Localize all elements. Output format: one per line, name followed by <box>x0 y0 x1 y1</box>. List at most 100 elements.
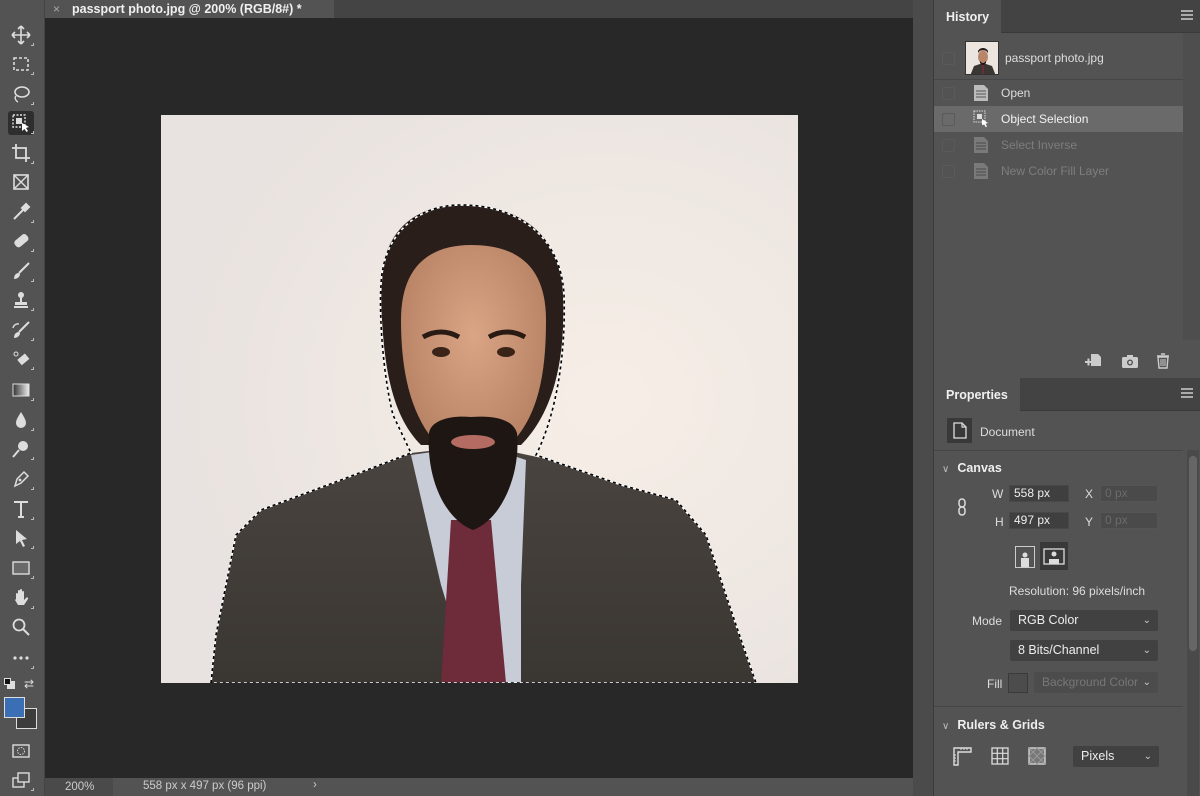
tools-panel: ⇄ <box>0 0 45 796</box>
portrait-photo <box>161 115 798 683</box>
canvas-section-title: Canvas <box>957 461 1002 475</box>
crop-tool[interactable] <box>8 141 34 165</box>
link-dimensions-icon[interactable] <box>956 497 968 517</box>
fill-dropdown[interactable]: Background Color ⌄ <box>1034 672 1158 693</box>
resolution-text: Resolution: 96 pixels/inch <box>1009 584 1146 598</box>
marquee-icon <box>13 57 29 71</box>
history-source-checkbox[interactable] <box>942 86 955 100</box>
color-mode-dropdown[interactable]: RGB Color ⌄ <box>1010 610 1158 631</box>
foreground-color-swatch[interactable] <box>4 697 25 718</box>
default-colors-icon[interactable] <box>4 678 16 690</box>
y-label: Y <box>1085 515 1094 529</box>
brush-tool[interactable] <box>8 259 34 283</box>
rulers-grids-title: Rulers & Grids <box>957 718 1045 732</box>
frame-tool[interactable] <box>8 170 34 194</box>
history-scrollbar[interactable] <box>1183 33 1200 340</box>
canvas-section-header[interactable]: ∨ Canvas <box>942 461 1002 475</box>
canvas-y-input[interactable]: 0 px <box>1100 512 1158 529</box>
eyedropper-tool[interactable] <box>8 200 34 224</box>
lasso-tool[interactable] <box>8 82 34 106</box>
history-source-checkbox[interactable] <box>942 138 955 152</box>
spot-healing-brush-tool[interactable] <box>8 229 34 253</box>
history-state-icon <box>974 163 988 179</box>
document-tab[interactable]: × passport photo.jpg @ 200% (RGB/8#) * <box>45 0 334 18</box>
color-mode-value: RGB Color <box>1018 613 1079 627</box>
eraser-tool[interactable] <box>8 347 34 371</box>
document-type-icon <box>947 418 972 443</box>
landscape-icon <box>1043 547 1065 565</box>
clone-stamp-tool[interactable] <box>8 288 34 312</box>
dodge-tool[interactable] <box>8 437 34 461</box>
history-item[interactable]: Select Inverse <box>934 132 1183 158</box>
chevron-down-icon: ⌄ <box>1142 677 1151 688</box>
tab-properties[interactable]: Properties <box>934 378 1020 411</box>
canvas-area[interactable] <box>45 18 913 778</box>
pen-tool[interactable] <box>8 467 34 491</box>
new-document-from-state-icon[interactable] <box>1084 353 1102 369</box>
move-icon <box>11 25 31 45</box>
history-source-checkbox[interactable] <box>942 112 955 126</box>
pixel-grid-icon[interactable] <box>1027 746 1047 766</box>
quick-mask-button[interactable] <box>8 739 34 763</box>
portrait-orientation-button[interactable] <box>1015 546 1035 568</box>
edit-toolbar[interactable] <box>8 646 34 670</box>
ruler-icon[interactable] <box>952 746 972 766</box>
swap-colors-icon[interactable]: ⇄ <box>24 677 34 691</box>
canvas-x-input[interactable]: 0 px <box>1100 485 1158 502</box>
type-tool[interactable] <box>8 497 34 521</box>
scrollbar-thumb[interactable] <box>1189 456 1197 651</box>
document-canvas[interactable] <box>161 115 798 683</box>
object-selection-tool[interactable] <box>8 111 34 135</box>
history-brush-icon <box>12 321 30 338</box>
path-selection-tool[interactable] <box>8 526 34 550</box>
status-menu-arrow[interactable]: › <box>313 779 317 791</box>
history-item[interactable]: New Color Fill Layer <box>934 158 1183 184</box>
rectangular-marquee-tool[interactable] <box>8 52 34 76</box>
ruler-units-dropdown[interactable]: Pixels ⌄ <box>1073 746 1159 767</box>
snapshot-label: passport photo.jpg <box>1005 51 1104 65</box>
crop-icon <box>12 144 30 162</box>
bit-depth-dropdown[interactable]: 8 Bits/Channel ⌄ <box>1010 640 1158 661</box>
history-item-selected[interactable]: Object Selection <box>934 106 1183 132</box>
move-tool[interactable] <box>8 23 34 47</box>
dodge-icon <box>12 441 28 458</box>
trash-icon[interactable] <box>1154 353 1172 369</box>
history-snapshot[interactable]: passport photo.jpg <box>934 38 1183 78</box>
properties-scrollbar[interactable] <box>1187 450 1199 796</box>
properties-panel-header: Properties <box>934 378 1200 411</box>
rulers-grids-section-header[interactable]: ∨ Rulers & Grids <box>942 718 1045 732</box>
chevron-down-icon: ∨ <box>942 721 950 732</box>
landscape-orientation-button[interactable] <box>1040 542 1068 570</box>
tab-history[interactable]: History <box>934 0 1002 33</box>
rectangle-tool[interactable] <box>8 556 34 580</box>
document-label: Document <box>980 425 1035 439</box>
hand-tool[interactable] <box>8 586 34 610</box>
history-item[interactable]: Open <box>934 80 1183 106</box>
history-state-icon <box>974 85 988 101</box>
portrait-icon <box>1021 552 1029 567</box>
fill-color-swatch[interactable] <box>1008 673 1028 693</box>
zoom-level-field[interactable]: 200% <box>45 778 113 796</box>
canvas-width-input[interactable]: 558 px <box>1009 485 1069 502</box>
history-panel-header: History <box>934 0 1200 33</box>
canvas-height-input[interactable]: 497 px <box>1009 512 1069 529</box>
brush-icon <box>14 262 30 279</box>
hand-icon <box>15 589 29 605</box>
ruler-units-value: Pixels <box>1081 749 1115 763</box>
zoom-tool[interactable] <box>8 615 34 639</box>
camera-snapshot-icon[interactable] <box>1121 353 1139 369</box>
snapshot-source-checkbox[interactable] <box>942 51 955 65</box>
gradient-tool[interactable] <box>8 378 34 402</box>
close-tab-icon[interactable]: × <box>53 2 60 16</box>
screen-mode-button[interactable] <box>8 768 34 792</box>
blur-tool[interactable] <box>8 408 34 432</box>
grid-icon[interactable] <box>990 746 1010 766</box>
history-source-checkbox[interactable] <box>942 164 955 178</box>
pen-icon <box>13 470 30 488</box>
stamp-icon <box>14 292 28 308</box>
history-panel-menu-icon[interactable] <box>1181 10 1193 20</box>
document-info: 558 px x 497 px (96 ppi) <box>143 780 267 792</box>
history-brush-tool[interactable] <box>8 318 34 342</box>
properties-panel-menu-icon[interactable] <box>1181 388 1193 398</box>
document-tab-title: passport photo.jpg @ 200% (RGB/8#) * <box>72 2 302 16</box>
